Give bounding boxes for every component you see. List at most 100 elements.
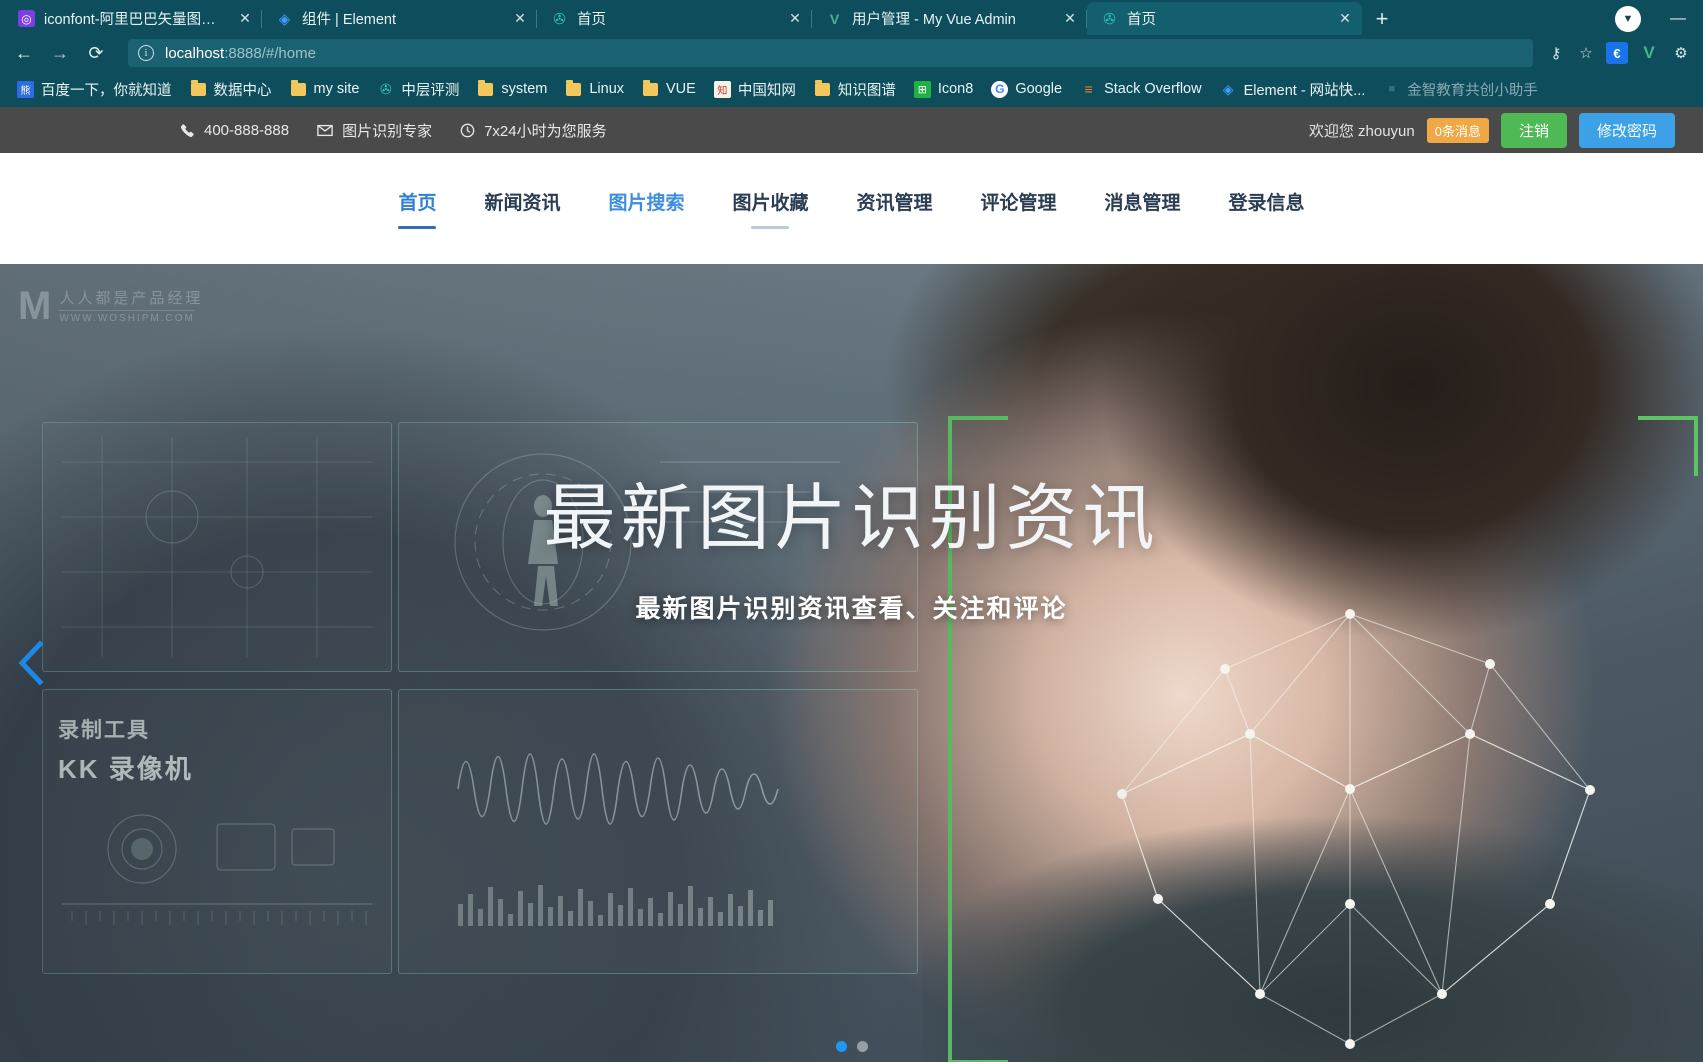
- vue-devtools-icon[interactable]: V: [1638, 42, 1660, 64]
- globe-icon: ✇: [553, 10, 566, 28]
- browser-tab[interactable]: ◎ iconfont-阿里巴巴矢量图标库 ✕: [4, 2, 262, 35]
- phone-icon: [180, 123, 195, 138]
- nav-item-comment-management[interactable]: 评论管理: [957, 188, 1081, 229]
- cnki-icon: 知: [713, 80, 731, 98]
- service-text: 7x24小时为您服务: [484, 122, 607, 140]
- bookmark-label: 中层评测: [401, 82, 460, 99]
- site-info-icon[interactable]: i: [138, 45, 154, 61]
- bookmark-label: VUE: [666, 81, 696, 97]
- bookmark-star-icon[interactable]: ☆: [1571, 39, 1601, 67]
- hero-watermark: M 人人都是产品经理 WWW.WOSHIPM.COM: [18, 286, 203, 326]
- tab-title: 首页: [577, 12, 606, 28]
- tab-close-button[interactable]: ✕: [1334, 8, 1356, 30]
- baidu-icon: 熊: [17, 80, 34, 98]
- bookmark-item[interactable]: 熊 百度一下，你就知道: [8, 76, 181, 102]
- bookmark-label: Google: [1015, 81, 1063, 97]
- bookmark-label: Element - 网站快...: [1243, 82, 1366, 99]
- watermark-line-2: WWW.WOSHIPM.COM: [59, 309, 195, 324]
- url-input[interactable]: i localhost:8888/#/home: [128, 39, 1533, 67]
- bookmark-item[interactable]: ≡ Stack Overflow: [1071, 76, 1211, 102]
- bookmark-item[interactable]: Linux: [556, 76, 633, 102]
- bookmark-label: 知识图谱: [837, 82, 896, 99]
- icons8-icon: ⊞: [913, 80, 931, 98]
- tab-close-button[interactable]: ✕: [509, 8, 531, 30]
- forward-button[interactable]: →: [42, 38, 78, 68]
- url-host: localhost: [165, 44, 225, 62]
- bookmark-label: 数据中心: [213, 82, 272, 99]
- browser-tab[interactable]: ◈ 组件 | Element ✕: [262, 2, 537, 35]
- bookmark-label: Icon8: [937, 81, 974, 97]
- puzzle-extension-icon[interactable]: ⚙: [1670, 42, 1692, 64]
- bookmark-item[interactable]: ⊞ Icon8: [905, 76, 982, 102]
- bookmark-item[interactable]: system: [468, 76, 556, 102]
- bookmark-item[interactable]: G Google: [982, 76, 1071, 102]
- welcome-text: 欢迎您 zhouyun: [1308, 122, 1415, 140]
- nav-item-image-search[interactable]: 图片搜索: [584, 188, 708, 229]
- window-minimize-button[interactable]: —: [1655, 2, 1701, 35]
- new-tab-button[interactable]: +: [1362, 2, 1402, 35]
- faded-site-icon: ■: [1388, 83, 1396, 95]
- site-navbar: 首页 新闻资讯 图片搜索 图片收藏 资讯管理 评论管理 消息管理 登录信息: [0, 153, 1703, 408]
- password-key-icon[interactable]: ⚷: [1541, 39, 1571, 67]
- hero-subtitle: 最新图片识别资讯查看、关注和评论: [635, 595, 1068, 623]
- carousel-dot-active[interactable]: [835, 1041, 847, 1052]
- site-topbar: 400-888-888 图片识别专家 7x24小时为您服务 欢迎您 zhouyu…: [0, 107, 1703, 153]
- change-password-button[interactable]: 修改密码: [1578, 112, 1675, 148]
- nav-item-message-management[interactable]: 消息管理: [1081, 188, 1205, 229]
- hero-overlay: [0, 264, 1703, 1062]
- phone-info: 400-888-888: [180, 122, 289, 139]
- email-info: 图片识别专家: [317, 120, 432, 141]
- nav-item-label: 评论管理: [980, 193, 1057, 214]
- tab-close-button[interactable]: ✕: [784, 8, 806, 30]
- carousel-prev-button[interactable]: [8, 635, 54, 691]
- profile-avatar-icon[interactable]: ▼: [1615, 5, 1641, 32]
- tab-title: iconfont-阿里巴巴矢量图标库: [44, 12, 224, 28]
- reload-button[interactable]: ⟳: [78, 38, 114, 68]
- url-path: :8888/#/home: [224, 44, 316, 62]
- bookmark-item[interactable]: 知识图谱: [805, 76, 905, 102]
- logout-button[interactable]: 注销: [1500, 112, 1567, 148]
- globe-icon: ✇: [380, 80, 392, 97]
- back-button[interactable]: ←: [6, 38, 42, 68]
- tab-title: 首页: [1127, 12, 1156, 28]
- browser-tab[interactable]: ✇ 首页 ✕: [537, 2, 812, 35]
- nav-item-label: 消息管理: [1104, 193, 1181, 214]
- message-count-badge[interactable]: 0条消息: [1426, 117, 1489, 143]
- bookmark-item[interactable]: ✇ 中层评测: [368, 76, 468, 102]
- carousel-dot[interactable]: [856, 1041, 868, 1052]
- browser-tab-active[interactable]: ✇ 首页 ✕: [1087, 2, 1362, 35]
- nav-item-label: 登录信息: [1228, 193, 1305, 214]
- address-bar: ← → ⟳ i localhost:8888/#/home ⚷ ☆ € V ⚙: [0, 35, 1703, 71]
- bookmark-item[interactable]: 数据中心: [181, 76, 281, 102]
- bookmark-item[interactable]: my site: [281, 76, 369, 102]
- topbar-contact-group: 400-888-888 图片识别专家 7x24小时为您服务: [0, 120, 635, 141]
- google-icon: G: [991, 80, 1009, 98]
- browser-tab[interactable]: V 用户管理 - My Vue Admin ✕: [812, 2, 1087, 35]
- clock-icon: [460, 123, 475, 138]
- bookmarks-bar: 熊 百度一下，你就知道 数据中心 my site ✇ 中层评测 system L…: [0, 71, 1703, 107]
- element-icon: ◈: [1222, 80, 1234, 97]
- bookmark-label: system: [501, 81, 548, 97]
- nav-item-home[interactable]: 首页: [374, 188, 460, 229]
- nav-item-news-management[interactable]: 资讯管理: [833, 188, 957, 229]
- nav-item-news[interactable]: 新闻资讯: [460, 188, 584, 229]
- bookmark-label: Linux: [589, 81, 625, 97]
- euro-extension-icon[interactable]: €: [1606, 42, 1628, 64]
- globe-icon: ✇: [1103, 10, 1116, 28]
- bookmark-item[interactable]: VUE: [633, 76, 705, 102]
- bookmark-label: my site: [313, 81, 360, 97]
- folder-icon: [477, 79, 494, 98]
- nav-item-login-info[interactable]: 登录信息: [1205, 188, 1329, 229]
- bookmark-item[interactable]: 知 中国知网: [705, 76, 805, 102]
- nav-hover-underline: [751, 226, 790, 229]
- bookmark-item[interactable]: ◈ Element - 网站快...: [1211, 76, 1375, 102]
- bookmark-item[interactable]: ■ 金智教育共创小助手: [1374, 76, 1547, 102]
- tab-strip: ◎ iconfont-阿里巴巴矢量图标库 ✕ ◈ 组件 | Element ✕ …: [0, 0, 1703, 35]
- tab-close-button[interactable]: ✕: [1059, 8, 1081, 30]
- hero-carousel[interactable]: 录制工具 KK 录像机: [0, 264, 1703, 1062]
- tab-close-button[interactable]: ✕: [234, 8, 256, 30]
- folder-icon: [290, 79, 307, 98]
- url-text: localhost:8888/#/home: [165, 45, 316, 62]
- nav-item-image-favorites[interactable]: 图片收藏: [708, 188, 832, 229]
- browser-chrome: ◎ iconfont-阿里巴巴矢量图标库 ✕ ◈ 组件 | Element ✕ …: [0, 0, 1703, 107]
